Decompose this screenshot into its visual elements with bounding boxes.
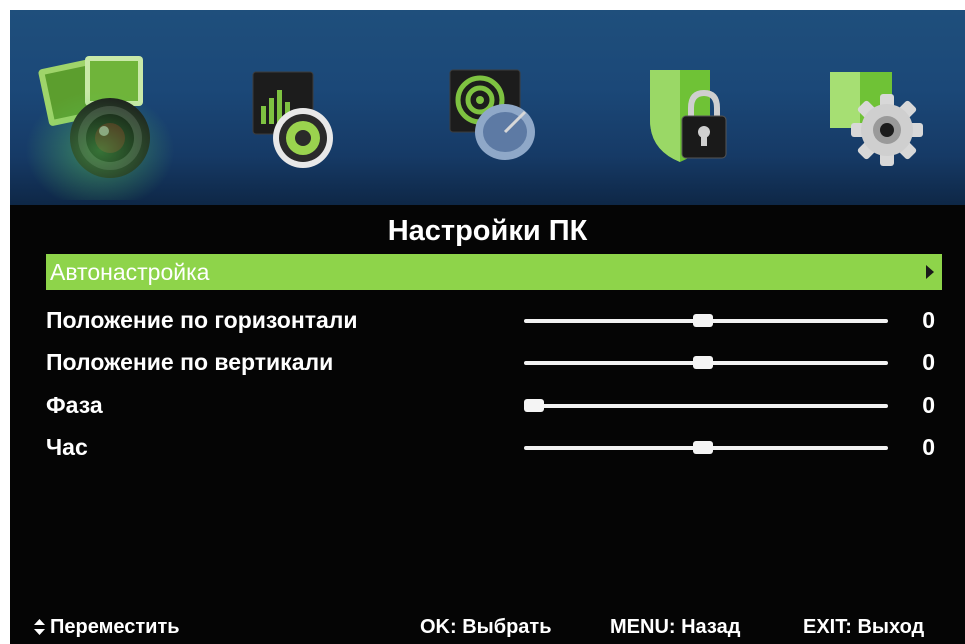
channel-icon[interactable] bbox=[435, 50, 565, 185]
h-position-value: 0 bbox=[922, 307, 935, 333]
menu-title: Настройки ПК bbox=[387, 215, 588, 247]
v-position-value: 0 bbox=[922, 349, 935, 375]
menu-item-clock[interactable]: Час 0 bbox=[46, 429, 941, 467]
phase-value: 0 bbox=[922, 392, 935, 418]
picture-icon[interactable] bbox=[25, 50, 175, 200]
arrow-right-icon bbox=[926, 265, 934, 279]
menu-item-label: Автонастройка bbox=[50, 259, 210, 285]
setup-icon[interactable] bbox=[815, 50, 945, 185]
menu-item-h-position[interactable]: Положение по горизонтали 0 bbox=[46, 302, 941, 340]
v-position-slider[interactable] bbox=[524, 356, 888, 369]
menu-item-label: Положение по горизонтали bbox=[46, 307, 358, 333]
footer-move-hint: Переместить bbox=[50, 616, 180, 638]
footer-hints: Переместить OK: Выбрать MENU: Назад EXIT… bbox=[10, 608, 965, 642]
menu-icon-bar bbox=[10, 10, 965, 205]
footer-menu-hint: MENU: Назад bbox=[610, 616, 741, 638]
clock-slider[interactable] bbox=[524, 441, 888, 454]
phase-slider[interactable] bbox=[524, 399, 888, 412]
slider-thumb[interactable] bbox=[692, 314, 713, 327]
slider-thumb[interactable] bbox=[692, 441, 713, 454]
tv-screen: Настройки ПК Автонастройка Положение по … bbox=[10, 10, 965, 644]
menu-item-phase[interactable]: Фаза 0 bbox=[46, 387, 941, 425]
menu-item-label: Фаза bbox=[46, 392, 103, 418]
footer-exit-hint: EXIT: Выход bbox=[803, 616, 925, 638]
slider-thumb[interactable] bbox=[524, 399, 544, 412]
menu-item-label: Положение по вертикали bbox=[46, 349, 334, 375]
up-down-arrows-icon bbox=[34, 619, 45, 635]
clock-value: 0 bbox=[922, 434, 935, 460]
menu-item-v-position[interactable]: Положение по вертикали 0 bbox=[46, 344, 941, 382]
slider-thumb[interactable] bbox=[692, 356, 713, 369]
menu-item-label: Час bbox=[46, 434, 88, 460]
lock-icon[interactable] bbox=[630, 50, 760, 185]
menu-item-auto-adjust[interactable]: Автонастройка bbox=[46, 254, 942, 290]
sound-icon[interactable] bbox=[235, 50, 365, 185]
footer-ok-hint: OK: Выбрать bbox=[420, 616, 552, 638]
h-position-slider[interactable] bbox=[524, 314, 888, 327]
